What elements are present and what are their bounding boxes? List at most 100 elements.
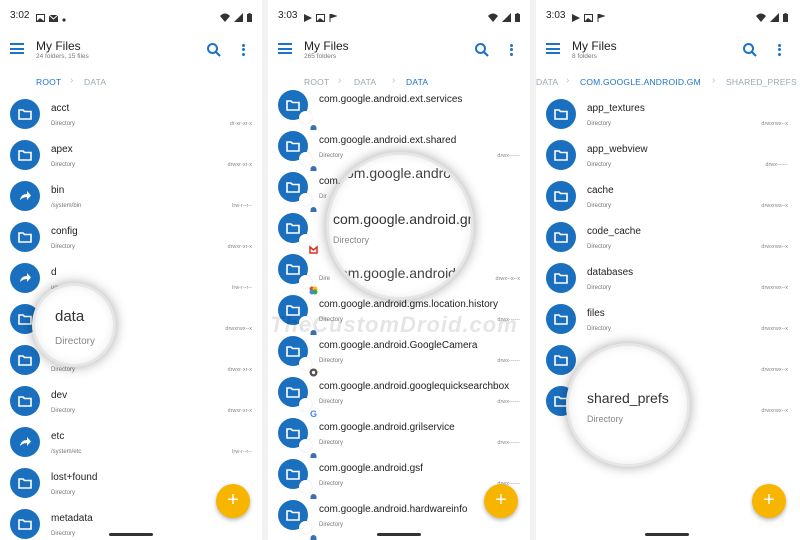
item-type: Directory (319, 440, 344, 446)
item-type: Directory (319, 358, 344, 364)
item-permissions: drwxrwx--x (225, 326, 252, 332)
add-fab-button[interactable]: + (484, 484, 518, 518)
gesture-bar (645, 533, 689, 536)
item-permissions: drwx------ (497, 358, 520, 364)
app-bar: My Files 8 folders (536, 30, 798, 70)
magnified-folder-name: com.google.android.gm (333, 211, 474, 227)
item-type: Directory (319, 481, 344, 487)
breadcrumb-package[interactable]: COM.GOOGLE.ANDROID.GM (580, 77, 701, 87)
gallery-icon (36, 9, 45, 27)
item-permissions: drwxrws--x (761, 244, 788, 250)
dot-icon (62, 9, 66, 27)
list-item[interactable]: com.google.android.ext.services (268, 85, 530, 130)
item-permissions: dr-xr-xr-x (229, 121, 252, 127)
phone-screen-1: 3:02 My Files 24 folders, 15 files ROOT … (0, 0, 262, 540)
folder-icon (546, 304, 576, 334)
item-permissions: drwxr-xr-x (227, 244, 252, 250)
list-item[interactable]: files Directory drwxrwx--x (536, 299, 798, 340)
list-item[interactable]: app_textures Directory drwxrwx--x (536, 94, 798, 135)
gesture-bar (377, 533, 421, 536)
folder-icon (278, 336, 318, 377)
magnified-text-top: com.google.android (339, 165, 462, 181)
breadcrumb: DATA › COM.GOOGLE.ANDROID.GM › SHARED_PR… (536, 74, 798, 92)
list-item[interactable]: cache Directory drwxrws--x (536, 176, 798, 217)
item-permissions: drwxr-xr-x (227, 367, 252, 373)
list-item[interactable]: Gcom.google.android.googlequicksearchbox… (268, 372, 530, 419)
item-permissions: drwx------ (497, 153, 520, 159)
item-type: Directory (51, 367, 76, 373)
item-name: etc (51, 431, 65, 442)
item-type: Directory (587, 326, 612, 332)
signal-icon (770, 9, 779, 27)
item-name: bin (51, 185, 65, 196)
android-badge-icon (299, 439, 317, 458)
flag-icon (329, 9, 338, 27)
item-type: Directory (51, 490, 76, 496)
watermark-text: TheCustomDroid.com (270, 312, 518, 337)
list-item[interactable]: databases Directory drwxrwx--x (536, 258, 798, 299)
folder-icon (10, 140, 40, 170)
more-options-icon[interactable] (508, 42, 514, 58)
app-bar: My Files 265 folders (268, 30, 530, 70)
menu-icon[interactable] (546, 43, 560, 54)
search-icon[interactable] (206, 42, 222, 58)
breadcrumb-data[interactable]: DATA (536, 77, 558, 87)
item-permissions: lrw-r--r-- (232, 203, 252, 209)
status-time: 3:03 (546, 10, 566, 21)
search-icon[interactable] (474, 42, 490, 58)
item-name: com.google.android.ext.shared (319, 135, 457, 146)
breadcrumb: ROOT › DATA (0, 74, 262, 92)
list-item[interactable]: dev Directory drwxr-xr-x (0, 381, 262, 422)
item-type: Directory (587, 244, 612, 250)
folder-icon (278, 90, 317, 130)
item-type: Directory (51, 162, 76, 168)
folder-icon (546, 263, 576, 293)
battery-icon (783, 9, 788, 27)
folder-icon (278, 254, 318, 295)
more-options-icon[interactable] (776, 42, 782, 58)
list-item[interactable]: etc/system/etc lrw-r--r-- (0, 422, 262, 463)
list-item[interactable]: acct Directory dr-xr-xr-x (0, 94, 262, 135)
list-item[interactable]: code_cache Directory drwxrws--x (536, 217, 798, 258)
more-options-icon[interactable] (240, 42, 246, 58)
folder-icon (278, 172, 317, 212)
add-fab-button[interactable]: + (752, 484, 786, 518)
item-permissions: drwxrws--x (761, 203, 788, 209)
list-item[interactable]: config Directory drwxr-xr-x (0, 217, 262, 258)
folder-icon (546, 99, 576, 129)
item-type: Directory (319, 522, 344, 528)
symlink-icon (10, 181, 40, 211)
list-item[interactable]: bin/system/bin lrw-r--r-- (0, 176, 262, 217)
item-name: com.google.android.GoogleCamera (319, 340, 478, 351)
item-name: code_cache (587, 226, 641, 237)
play-icon (304, 9, 312, 27)
item-name: com.google.android.gms.location.history (319, 299, 498, 310)
item-name: config (51, 226, 78, 237)
item-name: app_textures (587, 103, 645, 114)
folder-icon (10, 509, 40, 539)
list-item[interactable]: duglrw-r--r-- (0, 258, 262, 299)
app-bar: My Files 24 folders, 15 files (0, 30, 262, 70)
wifi-icon (488, 9, 498, 27)
folder-count: 265 folders (304, 53, 337, 60)
breadcrumb-root[interactable]: ROOT (36, 77, 61, 87)
magnified-folder-type: Directory (55, 336, 96, 347)
list-item[interactable]: com.google.android.grilservice Directory d… (268, 413, 530, 458)
phone-screen-3: 3:03 My Files 8 folders DATA › COM.GOOGL… (536, 0, 798, 540)
menu-icon[interactable] (10, 43, 24, 54)
search-icon[interactable] (742, 42, 758, 58)
menu-icon[interactable] (278, 43, 292, 54)
breadcrumb-shared-prefs[interactable]: SHARED_PREFS (726, 77, 797, 87)
list-item[interactable]: app_webview Directory drwx------ (536, 135, 798, 176)
symlink-icon (10, 427, 40, 457)
item-permissions: drwxrwx--x (761, 285, 788, 291)
list-item[interactable]: apex Directory drwxr-xr-x (0, 135, 262, 176)
item-name: com.google.android.googlequicksearchbox (319, 381, 510, 392)
gesture-bar (109, 533, 153, 536)
item-type: Directory (587, 162, 612, 168)
add-fab-button[interactable]: + (216, 484, 250, 518)
item-type: Directory (319, 399, 344, 405)
item-name: dev (51, 390, 68, 401)
item-name: files (587, 308, 605, 319)
breadcrumb-data[interactable]: DATA (84, 77, 106, 87)
